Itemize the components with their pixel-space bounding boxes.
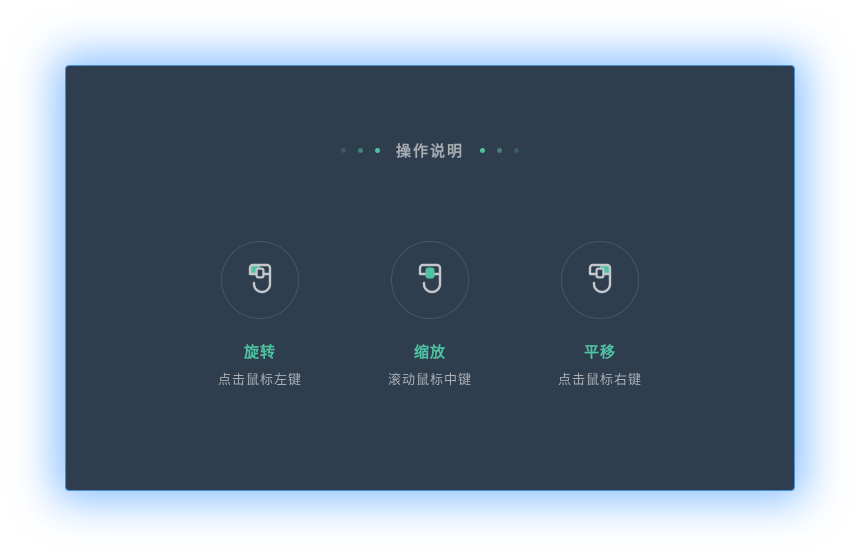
left-dots-decoration: [335, 147, 386, 153]
instruction-description: 点击鼠标左键: [217, 373, 302, 388]
dot-decoration: [374, 147, 380, 153]
instruction-description: 滚动鼠标中键: [387, 373, 472, 388]
dot-decoration: [357, 147, 363, 153]
right-dots-decoration: [474, 147, 525, 153]
icon-circle: [221, 241, 299, 319]
dot-decoration: [497, 147, 502, 153]
icon-circle: [561, 241, 639, 319]
instruction-label: 缩放: [413, 343, 446, 361]
operation-instructions-dialog: 操作说明 旋转 点击鼠标左键 缩放 滚动鼠标中键 平移 点击鼠标右键: [65, 65, 795, 491]
dialog-header: 操作说明: [66, 138, 794, 162]
instruction-label: 旋转: [243, 343, 276, 361]
instruction-description: 点击鼠标右键: [557, 373, 642, 388]
dialog-title: 操作说明: [395, 141, 464, 160]
icon-circle: [391, 241, 469, 319]
mouse-left-button-icon: [248, 263, 272, 294]
mouse-right-button-icon: [588, 263, 612, 294]
mouse-scroll-wheel-icon: [418, 263, 442, 294]
instruction-list: 旋转 点击鼠标左键 缩放 滚动鼠标中键 平移 点击鼠标右键: [66, 241, 794, 388]
instruction-label: 平移: [583, 343, 616, 361]
dot-decoration: [480, 147, 485, 153]
stage: 操作说明 旋转 点击鼠标左键 缩放 滚动鼠标中键 平移 点击鼠标右键: [0, 0, 862, 558]
instruction-zoom: 缩放 滚动鼠标中键: [345, 241, 515, 388]
dot-decoration: [514, 147, 519, 153]
instruction-rotate: 旋转 点击鼠标左键: [175, 241, 345, 388]
dot-decoration: [340, 147, 346, 153]
instruction-pan: 平移 点击鼠标右键: [515, 241, 685, 388]
